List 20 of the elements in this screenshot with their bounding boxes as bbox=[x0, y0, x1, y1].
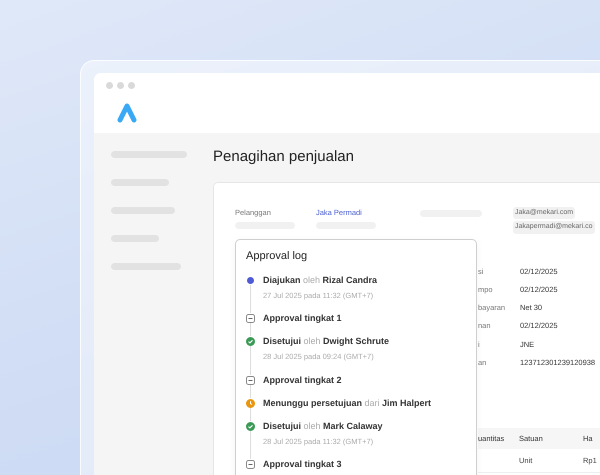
popup-title: Approval log bbox=[246, 248, 308, 264]
status-dot bbox=[246, 276, 255, 285]
collapse-icon bbox=[246, 460, 255, 469]
logo-icon bbox=[117, 103, 137, 123]
log-entry: Diajukan oleh Rizal Candra bbox=[263, 275, 378, 286]
level-heading: Approval tingkat 2 bbox=[263, 374, 342, 386]
level-heading: Approval tingkat 1 bbox=[263, 313, 342, 324]
clock-icon bbox=[246, 398, 255, 408]
page-title: Penagihan penjualan bbox=[213, 147, 355, 167]
level-heading: Approval tingkat 3 bbox=[263, 458, 342, 470]
log-entry: Disetujui oleh Mark Calaway bbox=[263, 420, 383, 432]
window-dot bbox=[106, 82, 113, 89]
collapse-icon bbox=[246, 376, 255, 384]
collapse-icon bbox=[246, 314, 255, 324]
check-icon bbox=[246, 422, 255, 430]
check-icon bbox=[246, 337, 255, 346]
window-dot bbox=[117, 82, 124, 89]
log-entry: Menunggu persetujuan dari Jim Halpert bbox=[263, 398, 432, 408]
log-entry: Disetujui oleh Dwight Schrute bbox=[263, 336, 390, 348]
window-dot bbox=[128, 82, 135, 89]
